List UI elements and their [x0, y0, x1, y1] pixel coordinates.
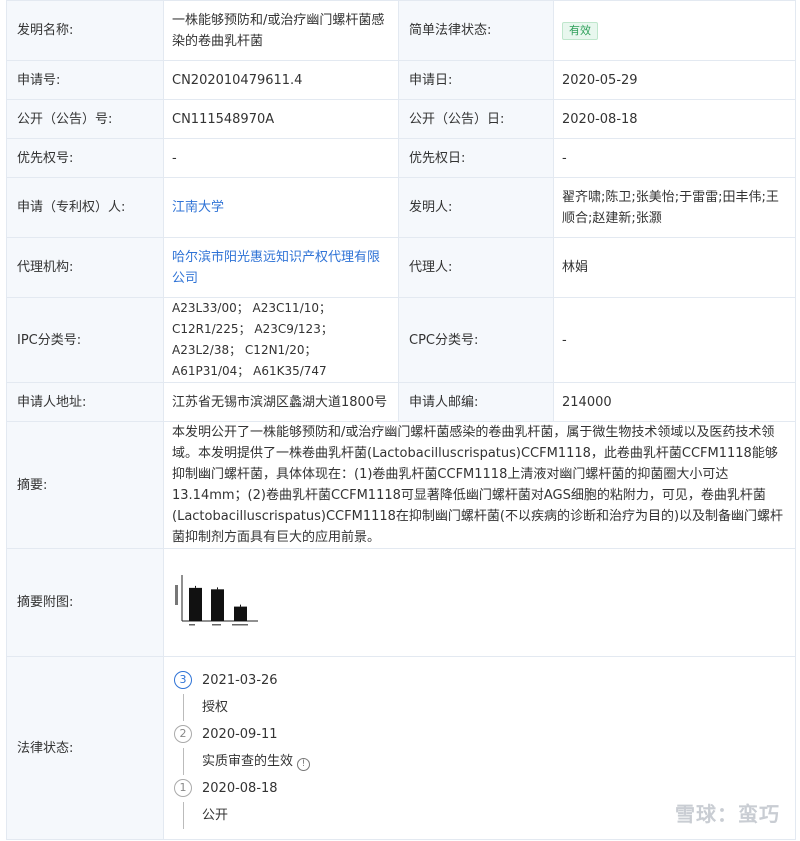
abstract-figure-thumbnail[interactable] — [172, 571, 262, 635]
address-label: 申请人地址: — [6, 382, 164, 422]
pub-date-label: 公开（公告）日: — [398, 99, 554, 139]
app-date-value: 2020-05-29 — [553, 60, 796, 100]
figure-bar — [234, 606, 247, 621]
applicant-link[interactable]: 江南大学 — [172, 200, 224, 215]
watermark: 雪球：蛮巧 — [675, 802, 780, 826]
ipc-label: IPC分类号: — [6, 297, 164, 383]
timeline-step-desc: 实质审查的生效! — [174, 748, 795, 775]
abstract-text: 本发明公开了一株能够预防和/或治疗幽门螺杆菌感染的卷曲乳杆菌，属于微生物技术领域… — [172, 425, 784, 545]
legal-status-label: 法律状态: — [6, 656, 164, 840]
pub-no-value: CN111548970A — [163, 99, 399, 139]
step-description-text: 实质审查的生效 — [202, 754, 294, 769]
patent-detail: 发明名称: 一株能够预防和/或治疗幽门螺杆菌感染的卷曲乳杆菌 简单法律状态: 有… — [6, 0, 796, 840]
address-value: 江苏省无锡市滨湖区蠡湖大道1800号 — [163, 382, 399, 422]
pub-no-label: 公开（公告）号: — [6, 99, 164, 139]
step-date: 2020-08-18 — [202, 781, 278, 796]
ipc-value: A23L33/00； A23C11/10； C12R1/225； A23C9/1… — [163, 297, 399, 383]
step-number-circle: 2 — [174, 725, 192, 743]
cpc-value: - — [553, 297, 796, 383]
priority-date-value: - — [553, 138, 796, 178]
step-date: 2020-09-11 — [202, 727, 278, 742]
postcode-value: 214000 — [553, 382, 796, 422]
pub-date-value: 2020-08-18 — [553, 99, 796, 139]
applicant-label: 申请（专利权）人: — [6, 177, 164, 238]
app-no-label: 申请号: — [6, 60, 164, 100]
abstract-label: 摘要: — [6, 421, 164, 549]
timeline-step-desc: 授权 — [174, 694, 795, 721]
priority-no-label: 优先权号: — [6, 138, 164, 178]
timeline-connector — [183, 802, 184, 829]
abstract-figure-label: 摘要附图: — [6, 548, 164, 657]
figure-tick-label-mark — [189, 623, 195, 625]
timeline-step: 2 2020-09-11 — [174, 721, 795, 748]
abstract-cell: 本发明公开了一株能够预防和/或治疗幽门螺杆菌感染的卷曲乳杆菌，属于微生物技术领域… — [163, 421, 796, 549]
figure-tick-label-mark — [212, 623, 221, 625]
invention-name-label: 发明名称: — [6, 0, 164, 61]
agent-value: 林娟 — [553, 237, 796, 298]
step-number-circle: 1 — [174, 779, 192, 797]
agency-link[interactable]: 哈尔滨市阳光惠远知识产权代理有限公司 — [172, 250, 380, 286]
legal-status-simple-label: 简单法律状态: — [398, 0, 554, 61]
cpc-label: CPC分类号: — [398, 297, 554, 383]
legal-status-simple-cell: 有效 — [553, 0, 796, 61]
priority-no-value: - — [163, 138, 399, 178]
app-date-label: 申请日: — [398, 60, 554, 100]
abstract-figure-cell — [163, 548, 796, 657]
figure-tick-label-mark — [232, 623, 248, 625]
timeline-step: 3 2021-03-26 — [174, 667, 795, 694]
inventors-label: 发明人: — [398, 177, 554, 238]
step-description: 授权 — [202, 697, 228, 718]
info-icon[interactable]: ! — [297, 758, 311, 771]
invention-name-value: 一株能够预防和/或治疗幽门螺杆菌感染的卷曲乳杆菌 — [163, 0, 399, 61]
figure-axis-label-mark — [175, 584, 178, 605]
figure-bar — [211, 588, 224, 621]
step-description: 实质审查的生效! — [202, 751, 311, 772]
step-description: 公开 — [202, 805, 228, 826]
timeline-connector — [183, 694, 184, 721]
inventors-value: 翟齐啸;陈卫;张美怡;于雷雷;田丰伟;王顺合;赵建新;张灏 — [553, 177, 796, 238]
agent-label: 代理人: — [398, 237, 554, 298]
agency-cell: 哈尔滨市阳光惠远知识产权代理有限公司 — [163, 237, 399, 298]
step-date: 2021-03-26 — [202, 673, 278, 688]
timeline-connector — [183, 748, 184, 775]
patent-info-table: 发明名称: 一株能够预防和/或治疗幽门螺杆菌感染的卷曲乳杆菌 简单法律状态: 有… — [6, 0, 796, 840]
step-description-text: 授权 — [202, 700, 229, 715]
applicant-cell: 江南大学 — [163, 177, 399, 238]
step-description-text: 公开 — [202, 808, 229, 823]
postcode-label: 申请人邮编: — [398, 382, 554, 422]
agency-label: 代理机构: — [6, 237, 164, 298]
step-number-circle: 3 — [174, 671, 192, 689]
figure-bar — [189, 587, 202, 621]
status-badge: 有效 — [562, 22, 598, 40]
app-no-value: CN202010479611.4 — [163, 60, 399, 100]
priority-date-label: 优先权日: — [398, 138, 554, 178]
